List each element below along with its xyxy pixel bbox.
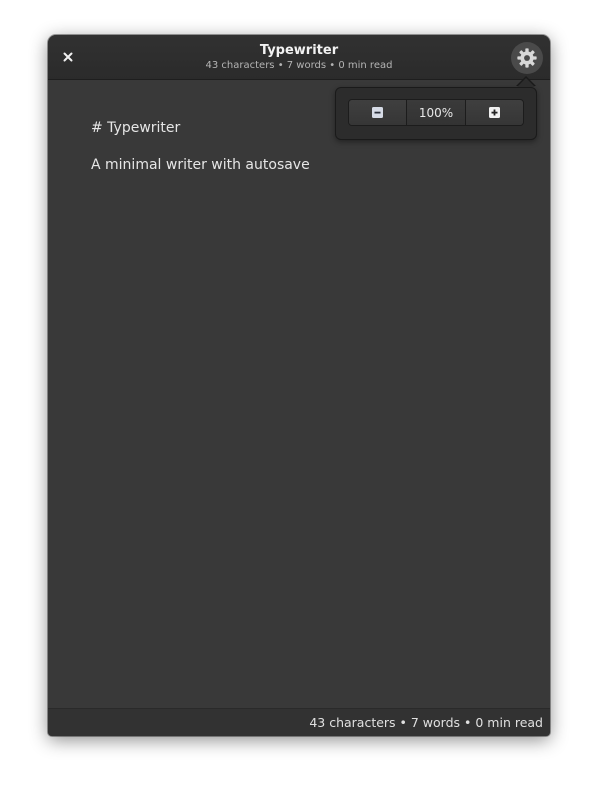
editor-line-body: A minimal writer with autosave <box>91 157 310 173</box>
close-button[interactable] <box>58 47 78 67</box>
close-icon <box>63 52 73 62</box>
status-text: 43 characters • 7 words • 0 min read <box>309 715 543 730</box>
gear-icon <box>517 48 537 68</box>
statusbar: 43 characters • 7 words • 0 min read <box>48 708 550 736</box>
plus-icon <box>489 107 500 118</box>
zoom-controls: 100% <box>348 99 524 126</box>
zoom-out-button[interactable] <box>349 100 407 125</box>
zoom-level[interactable]: 100% <box>407 100 465 125</box>
editor-line-heading: # Typewriter <box>91 120 181 136</box>
app-window: Typewriter 43 characters • 7 words • 0 m… <box>48 35 550 736</box>
zoom-popover: 100% <box>335 87 537 140</box>
title-box: Typewriter 43 characters • 7 words • 0 m… <box>148 43 450 72</box>
window-subtitle: 43 characters • 7 words • 0 min read <box>205 60 393 71</box>
window-title: Typewriter <box>259 43 339 58</box>
popover-arrow <box>517 78 535 87</box>
text-editor[interactable]: # Typewriter A minimal writer with autos… <box>48 80 550 708</box>
minus-icon <box>372 107 383 118</box>
settings-button[interactable] <box>511 42 543 74</box>
zoom-in-button[interactable] <box>465 100 523 125</box>
headerbar: Typewriter 43 characters • 7 words • 0 m… <box>48 35 550 80</box>
